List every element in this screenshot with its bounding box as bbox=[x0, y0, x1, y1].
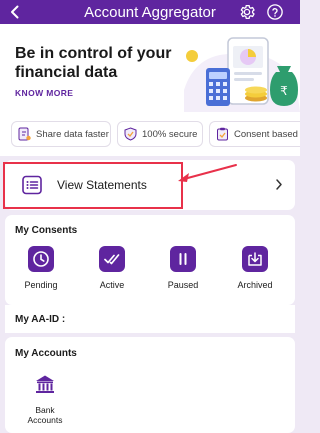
feature-label: 100% secure bbox=[142, 128, 198, 140]
archive-icon bbox=[242, 246, 268, 272]
statement-list-icon bbox=[22, 175, 42, 195]
help-circle-icon[interactable] bbox=[266, 3, 284, 21]
clock-icon bbox=[28, 246, 54, 272]
consent-label: Paused bbox=[167, 280, 199, 290]
feature-label: Share data faster bbox=[36, 128, 109, 140]
chevron-right-icon bbox=[276, 179, 282, 190]
document-share-icon bbox=[18, 127, 31, 141]
bank-accounts-label: Bank Accounts bbox=[27, 405, 63, 425]
feature-pill-share: Share data faster bbox=[11, 121, 111, 147]
svg-text:₹: ₹ bbox=[280, 84, 288, 98]
consent-label: Archived bbox=[237, 280, 273, 290]
shield-check-icon bbox=[124, 127, 137, 141]
gear-icon[interactable] bbox=[238, 3, 256, 21]
feature-pill-consent: Consent based bbox=[209, 121, 300, 147]
consent-label: Active bbox=[99, 280, 125, 290]
app-header: Account Aggregator bbox=[0, 0, 300, 24]
accounts-card: My Accounts Bank Accounts bbox=[5, 337, 295, 433]
chevron-left-icon[interactable] bbox=[6, 3, 24, 21]
bank-icon bbox=[36, 375, 54, 393]
feature-strip: Share data faster 100% secure Consent ba… bbox=[0, 112, 300, 156]
accounts-title: My Accounts bbox=[15, 348, 77, 359]
feature-label: Consent based bbox=[234, 128, 298, 140]
feature-pill-secure: 100% secure bbox=[117, 121, 203, 147]
view-statements-label: View Statements bbox=[57, 178, 147, 192]
aa-id-row: My AA-ID : bbox=[5, 305, 295, 333]
consents-title: My Consents bbox=[15, 225, 78, 236]
bank-accounts-item[interactable]: Bank Accounts bbox=[20, 373, 70, 425]
consent-label: Pending bbox=[24, 280, 58, 290]
pause-icon bbox=[170, 246, 196, 272]
aa-id-label: My AA-ID : bbox=[15, 314, 66, 325]
consent-pending[interactable]: Pending bbox=[11, 246, 71, 290]
clipboard-check-icon bbox=[217, 127, 228, 141]
hero-title: Be in control of your financial data bbox=[15, 45, 172, 81]
consent-archived[interactable]: Archived bbox=[225, 246, 285, 290]
phone-calculator-moneybag-illustration: ₹ bbox=[184, 37, 300, 112]
hero-banner: Be in control of your financial data KNO… bbox=[0, 24, 300, 112]
double-check-icon bbox=[99, 246, 125, 272]
consent-active[interactable]: Active bbox=[82, 246, 142, 290]
know-more-link[interactable]: KNOW MORE bbox=[15, 88, 73, 98]
consents-card: My Consents Pending Active Paused Archiv… bbox=[5, 215, 295, 305]
consent-paused[interactable]: Paused bbox=[153, 246, 213, 290]
page-title: Account Aggregator bbox=[84, 3, 216, 21]
view-statements-row[interactable]: View Statements bbox=[5, 160, 295, 210]
